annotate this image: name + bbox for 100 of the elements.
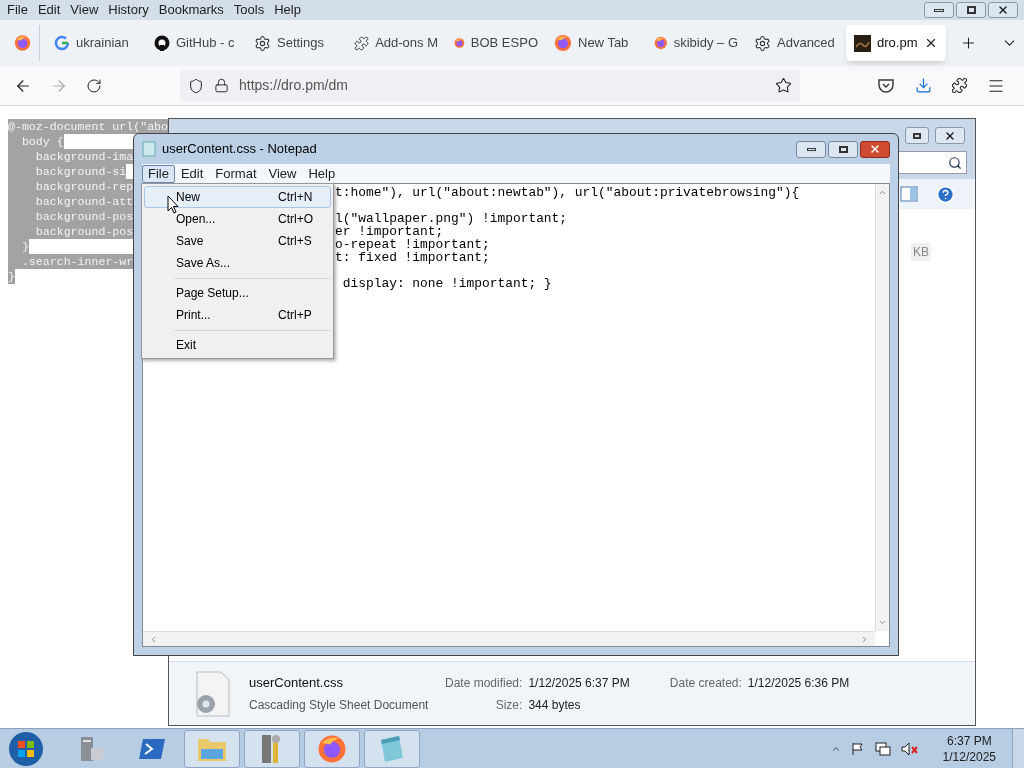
new-tab-icon[interactable] <box>960 34 977 52</box>
search-icon <box>948 155 962 170</box>
puzzle-icon <box>354 34 370 52</box>
menu-item[interactable]: History <box>105 0 152 20</box>
browser-tab[interactable]: Add-ons M <box>346 25 446 61</box>
clock-time[interactable]: 6:37 PM <box>946 732 992 749</box>
menu-item[interactable]: Tools <box>230 0 268 20</box>
browser-tab[interactable]: dro.pm <box>846 25 946 61</box>
restore-button[interactable] <box>905 127 929 144</box>
menu-item[interactable]: File <box>142 164 175 183</box>
window-title: userContent.css - Notepad <box>162 140 317 159</box>
menu-item[interactable]: Print... Ctrl+P <box>144 304 331 326</box>
tab-title: skibidy – G <box>673 34 738 53</box>
menu-item[interactable]: Save Ctrl+S <box>144 230 331 252</box>
close-button[interactable] <box>935 127 965 144</box>
scroll-right-icon[interactable] <box>860 634 869 644</box>
text-line: display: none !important; } <box>341 275 553 290</box>
maximize-button[interactable] <box>828 140 858 158</box>
field-value: 1/12/2025 6:37 PM <box>528 674 630 692</box>
menu-item[interactable]: Bookmarks <box>155 0 227 20</box>
file-name: userContent.css <box>249 673 344 692</box>
tab-title: BOB ESPO <box>470 34 538 53</box>
text-line: t:home"), url("about:newtab"), url("about:privatebrowsing"){ <box>335 186 801 199</box>
menu-item[interactable]: Edit <box>174 164 210 183</box>
cursor-icon <box>167 195 179 214</box>
taskbar-button[interactable] <box>244 729 300 768</box>
menu-item[interactable]: Save As... <box>144 252 331 274</box>
google-icon <box>54 35 70 51</box>
search-field[interactable] <box>897 151 967 174</box>
field-label: Size: <box>494 696 523 714</box>
scroll-left-icon[interactable] <box>149 634 158 644</box>
muted-speaker-icon[interactable] <box>900 741 919 756</box>
scroll-up-icon[interactable] <box>878 188 887 197</box>
field-value: 344 bytes <box>528 696 582 714</box>
minimize-button[interactable] <box>924 2 954 18</box>
file-type: Cascading Style Sheet Document <box>249 697 429 715</box>
bookmark-icon[interactable] <box>775 77 792 94</box>
terminal-icon <box>138 736 166 761</box>
menu-item[interactable]: Format <box>209 164 263 183</box>
browser-tab[interactable]: skibidy – G <box>646 25 746 61</box>
notepad-icon <box>142 141 156 157</box>
clock-date[interactable]: 1/12/2025 <box>942 748 996 765</box>
vertical-scrollbar[interactable] <box>875 184 889 631</box>
menu-item[interactable]: Help <box>302 164 342 183</box>
browser-tab[interactable]: Settings <box>246 25 346 61</box>
close-icon[interactable] <box>924 36 938 50</box>
lock-icon[interactable] <box>214 78 229 93</box>
browser-tab[interactable]: Advanced <box>746 25 846 61</box>
restore-button[interactable] <box>956 2 986 18</box>
octocat-icon <box>154 35 170 51</box>
close-button[interactable] <box>988 2 1018 18</box>
gear-icon <box>254 34 271 52</box>
menu-item[interactable]: View <box>262 164 303 183</box>
reload-icon[interactable] <box>86 77 102 94</box>
scroll-down-icon[interactable] <box>878 618 887 627</box>
minimize-button[interactable] <box>796 140 826 158</box>
text-line: l("wallpaper.png") !important; <box>335 210 569 225</box>
menu-item[interactable]: View <box>67 0 102 20</box>
close-icon <box>869 143 881 155</box>
thumbnail-icon <box>854 34 871 52</box>
menu-item[interactable]: Exit <box>144 334 331 356</box>
shield-icon[interactable] <box>188 77 204 94</box>
gear-icon <box>754 34 771 52</box>
text-line: er !important; <box>335 225 444 238</box>
firefox-icon <box>654 34 668 52</box>
firefox-icon <box>317 733 347 764</box>
flag-icon[interactable] <box>850 741 865 756</box>
url-text: https://dro.pm/dm <box>239 76 348 95</box>
firefox-icon <box>14 34 31 52</box>
tab-title: GitHub - c <box>176 34 235 53</box>
menu-item[interactable]: Page Setup... <box>144 282 331 304</box>
tab-title: Advanced <box>777 34 835 53</box>
close-icon <box>944 129 956 142</box>
field-label: Date created: <box>669 675 742 692</box>
extensions-icon[interactable] <box>951 77 968 94</box>
menu-item[interactable]: Help <box>271 0 304 20</box>
pocket-icon[interactable] <box>878 78 894 93</box>
network-icon[interactable] <box>874 741 891 756</box>
tab-title: ukrainian <box>76 34 129 53</box>
browser-tab[interactable]: BOB ESPO <box>446 25 546 61</box>
address-bar[interactable]: https://dro.pm/dm <box>180 69 800 102</box>
menu-item[interactable]: Open... Ctrl+O <box>144 208 331 230</box>
browser-tab[interactable]: GitHub - c <box>146 25 246 61</box>
start-button[interactable] <box>6 729 46 768</box>
download-icon[interactable] <box>915 77 932 94</box>
firefox-icon <box>554 34 572 52</box>
size-text: KB <box>911 243 931 261</box>
horizontal-scrollbar[interactable] <box>143 631 875 646</box>
help-icon[interactable] <box>936 184 955 204</box>
menu-item[interactable]: File <box>4 0 31 20</box>
browser-tab[interactable]: ukrainian <box>46 25 146 61</box>
menu-item[interactable]: New Ctrl+N <box>144 186 331 208</box>
field-value: 1/12/2025 6:36 PM <box>747 675 850 692</box>
taskbar-button[interactable] <box>304 729 360 768</box>
browser-tab[interactable]: New Tab <box>546 25 646 61</box>
close-button[interactable] <box>860 140 890 158</box>
menu-item[interactable]: Edit <box>34 0 64 20</box>
tab-title: Settings <box>277 34 324 53</box>
tab-title: New Tab <box>578 34 629 53</box>
close-icon <box>997 4 1009 16</box>
